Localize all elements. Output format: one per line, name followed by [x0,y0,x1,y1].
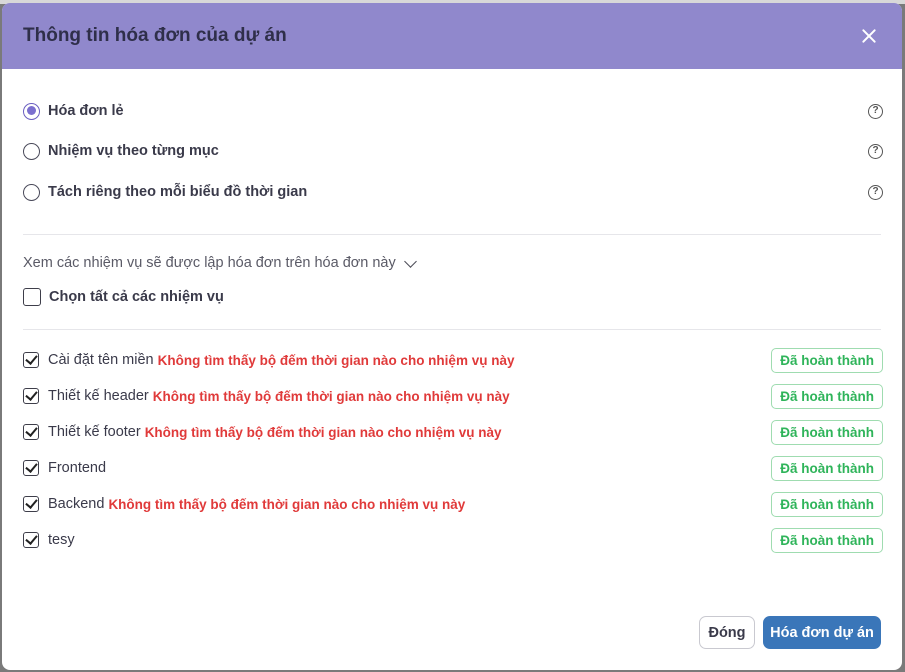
divider [23,234,881,235]
task-warning: Không tìm thấy bộ đếm thời gian nào cho … [144,424,502,440]
task-row: Thiết kế footer Không tìm thấy bộ đếm th… [23,419,883,445]
select-all-tasks[interactable]: Chọn tất cả các nhiệm vụ [23,288,224,306]
radio-button[interactable] [23,183,40,201]
invoice-info-modal: Thông tin hóa đơn của dự án Hóa đơn lẻ ?… [2,3,902,670]
task-checkbox[interactable] [23,460,39,476]
select-all-checkbox[interactable] [23,288,41,306]
tasks-toggle[interactable]: Xem các nhiệm vụ sẽ được lập hóa đơn trê… [23,254,417,271]
task-row: Backend Không tìm thấy bộ đếm thời gian … [23,491,883,517]
task-warning: Không tìm thấy bộ đếm thời gian nào cho … [108,496,466,512]
task-warning: Không tìm thấy bộ đếm thời gian nào cho … [157,352,515,368]
task-name: Frontend [48,460,107,476]
modal-footer: Đóng Hóa đơn dự án [699,616,881,649]
task-row: Frontend Đã hoàn thành [23,455,883,481]
radio-option-single-invoice[interactable]: Hóa đơn lẻ ? [23,99,883,123]
radio-option-per-timesheet[interactable]: Tách riêng theo mỗi biểu đồ thời gian ? [23,180,883,204]
task-checkbox[interactable] [23,496,39,512]
status-badge: Đã hoàn thành [771,527,883,553]
task-checkbox[interactable] [23,388,39,404]
task-name: Cài đặt tên miền [48,352,154,368]
radio-option-per-task[interactable]: Nhiệm vụ theo từng mục ? [23,139,883,163]
radio-button[interactable] [23,142,40,160]
task-checkbox[interactable] [23,532,39,548]
task-row: Cài đặt tên miền Không tìm thấy bộ đếm t… [23,347,883,373]
task-name: Thiết kế footer [48,424,141,440]
task-row: Thiết kế header Không tìm thấy bộ đếm th… [23,383,883,409]
task-checkbox[interactable] [23,424,39,440]
status-badge: Đã hoàn thành [771,491,883,517]
divider [23,329,881,330]
radio-label: Nhiệm vụ theo từng mục [48,143,219,159]
radio-label: Hóa đơn lẻ [48,103,124,119]
tasks-toggle-label: Xem các nhiệm vụ sẽ được lập hóa đơn trê… [23,255,396,271]
chevron-down-icon [403,254,417,268]
modal-body: Hóa đơn lẻ ? Nhiệm vụ theo từng mục ? Tá… [2,69,902,670]
task-checkbox[interactable] [23,352,39,368]
task-warning: Không tìm thấy bộ đếm thời gian nào cho … [152,388,510,404]
task-name: Thiết kế header [48,388,149,404]
invoice-project-button[interactable]: Hóa đơn dự án [763,616,881,649]
status-badge: Đã hoàn thành [771,383,883,409]
radio-label: Tách riêng theo mỗi biểu đồ thời gian [48,184,308,200]
close-button[interactable]: Đóng [699,616,755,649]
modal-title: Thông tin hóa đơn của dự án [23,25,287,46]
status-badge: Đã hoàn thành [771,419,883,445]
status-badge: Đã hoàn thành [771,347,883,373]
help-icon[interactable]: ? [868,103,883,119]
status-badge: Đã hoàn thành [771,455,883,481]
help-icon[interactable]: ? [868,143,883,159]
select-all-label: Chọn tất cả các nhiệm vụ [49,289,224,305]
close-icon[interactable] [858,25,880,47]
task-name: Backend [48,496,105,512]
help-icon[interactable]: ? [868,184,883,200]
radio-button[interactable] [23,102,40,120]
modal-header: Thông tin hóa đơn của dự án [2,3,902,69]
task-row: tesy Đã hoàn thành [23,527,883,553]
task-name: tesy [48,532,75,548]
